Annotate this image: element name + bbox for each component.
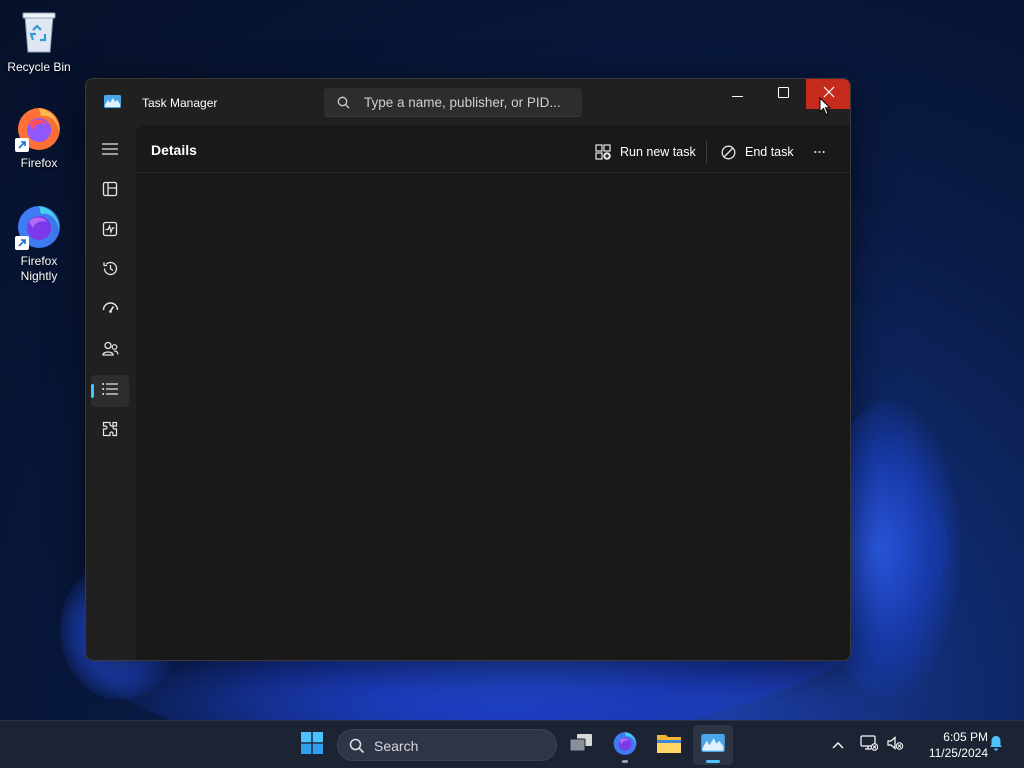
run-new-task-icon: [595, 144, 611, 160]
nav-item-startup-apps[interactable]: [91, 295, 129, 327]
users-icon: [101, 341, 119, 362]
title-bar[interactable]: Task Manager: [86, 79, 850, 125]
taskbar-firefox-nightly[interactable]: [605, 725, 645, 765]
page-title: Details: [151, 142, 197, 158]
maximize-icon: [777, 85, 789, 103]
clock-date: 11/25/2024: [928, 746, 988, 760]
task-view-icon: [569, 733, 593, 758]
recycle-bin-icon: [15, 8, 63, 56]
navigation-pane: [86, 125, 136, 660]
nav-menu-toggle[interactable]: [91, 135, 129, 167]
desktop-icon-label: Recycle Bin: [7, 60, 71, 74]
taskbar-search[interactable]: Search: [337, 729, 557, 761]
search-icon: [349, 738, 365, 757]
desktop-icon-recycle-bin[interactable]: Recycle Bin: [1, 8, 77, 75]
task-view-button[interactable]: [561, 725, 601, 765]
minimize-icon: [731, 85, 743, 103]
task-manager-window: Task Manager Type a name, publisher, or …: [85, 78, 851, 661]
folder-icon: [656, 732, 682, 759]
nav-item-performance[interactable]: [91, 215, 129, 247]
desktop-icon-firefox-nightly[interactable]: Firefox Nightly: [1, 202, 77, 284]
shortcut-arrow-icon: [15, 138, 29, 152]
processes-icon: [102, 181, 118, 202]
nav-item-app-history[interactable]: [91, 255, 129, 287]
details-page: Details Run new task End task: [136, 125, 850, 660]
search-box[interactable]: [324, 88, 582, 117]
task-manager-app-icon: [104, 95, 121, 108]
search-icon: [337, 96, 350, 114]
run-new-task-label: Run new task: [620, 145, 696, 159]
hamburger-menu-icon: [102, 142, 118, 160]
more-options-icon: [814, 150, 825, 154]
network-disconnected-icon: [860, 734, 879, 756]
nav-item-services[interactable]: [91, 415, 129, 447]
startup-apps-icon: [102, 301, 119, 321]
maximize-button[interactable]: [760, 79, 806, 109]
volume-button[interactable]: [884, 721, 906, 768]
run-new-task-button[interactable]: Run new task: [595, 137, 696, 167]
speaker-muted-icon: [886, 735, 904, 756]
notifications-button[interactable]: [986, 721, 1006, 768]
app-history-icon: [102, 260, 119, 282]
details-list-area[interactable]: [136, 174, 850, 660]
network-status-button[interactable]: [858, 721, 880, 768]
mouse-cursor-icon: [819, 96, 832, 121]
taskbar-search-label: Search: [374, 738, 419, 754]
show-hidden-icons-button[interactable]: [828, 721, 848, 768]
taskbar: Search 6:05 PM 11/25/2024: [0, 720, 1024, 768]
desktop-icon-label: Firefox Nightly: [20, 254, 58, 283]
firefox-nightly-icon: [15, 202, 63, 250]
search-input[interactable]: [364, 93, 574, 112]
bell-icon: [989, 735, 1003, 756]
desktop-icon-label: Firefox: [20, 156, 58, 170]
performance-icon: [102, 221, 118, 242]
taskbar-task-manager[interactable]: [693, 725, 733, 765]
windows-logo-icon: [301, 731, 323, 759]
chevron-up-icon: [832, 736, 844, 754]
clock[interactable]: 6:05 PM 11/25/2024: [912, 729, 988, 761]
services-icon: [102, 421, 118, 442]
end-task-button[interactable]: End task: [721, 137, 794, 167]
nav-item-details[interactable]: [91, 375, 129, 407]
start-button[interactable]: [292, 725, 332, 765]
task-manager-app-icon: [701, 733, 725, 757]
window-title: Task Manager: [142, 96, 218, 110]
end-task-icon: [721, 145, 736, 159]
end-task-label: End task: [745, 145, 794, 159]
shortcut-arrow-icon: [15, 236, 29, 250]
command-bar: Details Run new task End task: [136, 125, 850, 173]
firefox-icon: [15, 104, 63, 152]
details-icon: [102, 382, 118, 400]
more-options-button[interactable]: [814, 137, 834, 167]
minimize-button[interactable]: [714, 79, 760, 109]
firefox-nightly-icon: [612, 730, 638, 761]
nav-item-processes[interactable]: [91, 175, 129, 207]
nav-item-users[interactable]: [91, 335, 129, 367]
command-separator: [706, 140, 707, 164]
taskbar-file-explorer[interactable]: [649, 725, 689, 765]
desktop-icon-firefox[interactable]: Firefox: [1, 104, 77, 171]
clock-time: 6:05 PM: [943, 730, 988, 744]
